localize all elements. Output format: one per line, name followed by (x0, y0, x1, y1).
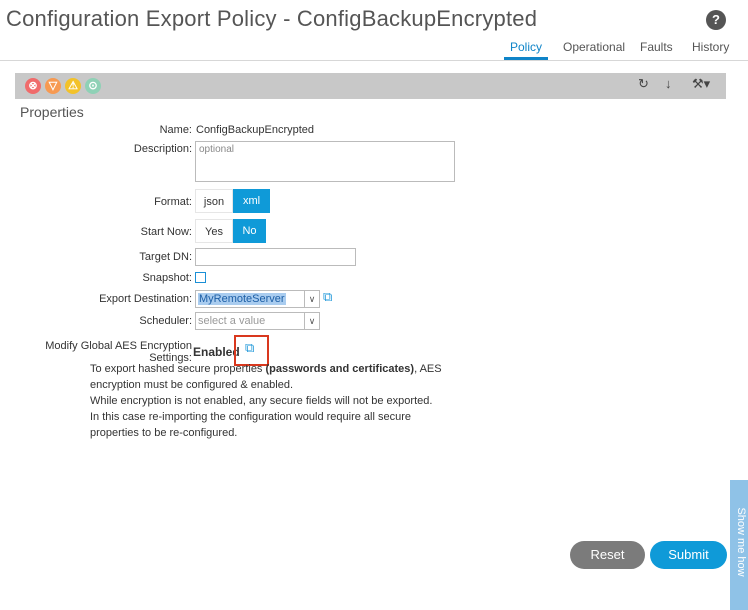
reset-button[interactable]: Reset (570, 541, 645, 569)
snapshot-checkbox[interactable] (195, 272, 206, 283)
encryption-note: To export hashed secure properties (pass… (90, 361, 450, 441)
snapshot-label: Snapshot: (142, 272, 192, 284)
properties-heading: Properties (20, 104, 84, 120)
aes-label-line1: Modify Global AES Encryption (45, 340, 192, 352)
tab-policy[interactable]: Policy (503, 40, 549, 60)
format-json-button[interactable]: json (195, 189, 233, 213)
download-icon[interactable]: ↓ (665, 76, 672, 91)
note-line4: In this case re-importing the configurat… (90, 411, 411, 423)
note-line5: properties to be re-configured. (90, 427, 238, 439)
external-link-icon[interactable]: ⧉ (323, 289, 332, 305)
note-line1-pre: To export hashed secure properties (90, 363, 266, 375)
tab-bar: Policy Operational Faults History (0, 38, 748, 61)
minor-fault-icon[interactable]: ⚠ (65, 78, 81, 94)
name-label: Name: (159, 124, 192, 136)
show-me-how-label: Show me how (735, 507, 747, 577)
note-line3: While encryption is not enabled, any sec… (90, 395, 433, 407)
target-dn-input[interactable] (195, 248, 356, 266)
start-now-label: Start Now: (140, 226, 192, 238)
scheduler-placeholder: select a value (198, 315, 266, 327)
note-line1-post: , AES (414, 363, 442, 375)
tools-menu-icon[interactable]: ⚒▾ (692, 76, 710, 92)
export-destination-select[interactable]: MyRemoteServer ∨ (195, 290, 320, 308)
description-field[interactable]: optional (195, 141, 455, 182)
refresh-icon[interactable]: ↻ (638, 76, 649, 92)
submit-button[interactable]: Submit (650, 541, 727, 569)
chevron-down-icon[interactable]: ∨ (304, 313, 319, 329)
note-line1-bold: (passwords and certificates) (265, 363, 415, 375)
tab-history[interactable]: History (692, 40, 729, 54)
major-fault-icon[interactable]: ▽ (45, 78, 61, 94)
tab-operational[interactable]: Operational (563, 40, 625, 54)
name-value: ConfigBackupEncrypted (196, 124, 315, 136)
aes-status: Enabled (193, 345, 240, 359)
scheduler-select[interactable]: select a value ∨ (195, 312, 320, 330)
chevron-down-icon[interactable]: ∨ (304, 291, 319, 307)
export-destination-label: Export Destination: (99, 293, 192, 305)
scheduler-label: Scheduler: (139, 315, 192, 327)
critical-fault-icon[interactable]: ⊗ (25, 78, 41, 94)
note-line2: encryption must be configured & enabled. (90, 379, 294, 391)
show-me-how-tab[interactable]: Show me how (730, 480, 748, 610)
page-title: Configuration Export Policy - ConfigBack… (6, 6, 538, 31)
help-icon[interactable]: ? (706, 10, 726, 30)
tab-faults[interactable]: Faults (640, 40, 673, 54)
start-now-yes-button[interactable]: Yes (195, 219, 233, 243)
target-dn-label: Target DN: (139, 251, 192, 263)
export-destination-value: MyRemoteServer (198, 293, 286, 305)
toolbar: ⊗ ▽ ⚠ ⊙ ↻ ↓ ⚒▾ (15, 73, 726, 99)
format-xml-button[interactable]: xml (233, 189, 270, 213)
format-label: Format: (154, 196, 192, 208)
warning-fault-icon[interactable]: ⊙ (85, 78, 101, 94)
description-label: Description: (133, 143, 192, 155)
start-now-no-button[interactable]: No (233, 219, 266, 243)
